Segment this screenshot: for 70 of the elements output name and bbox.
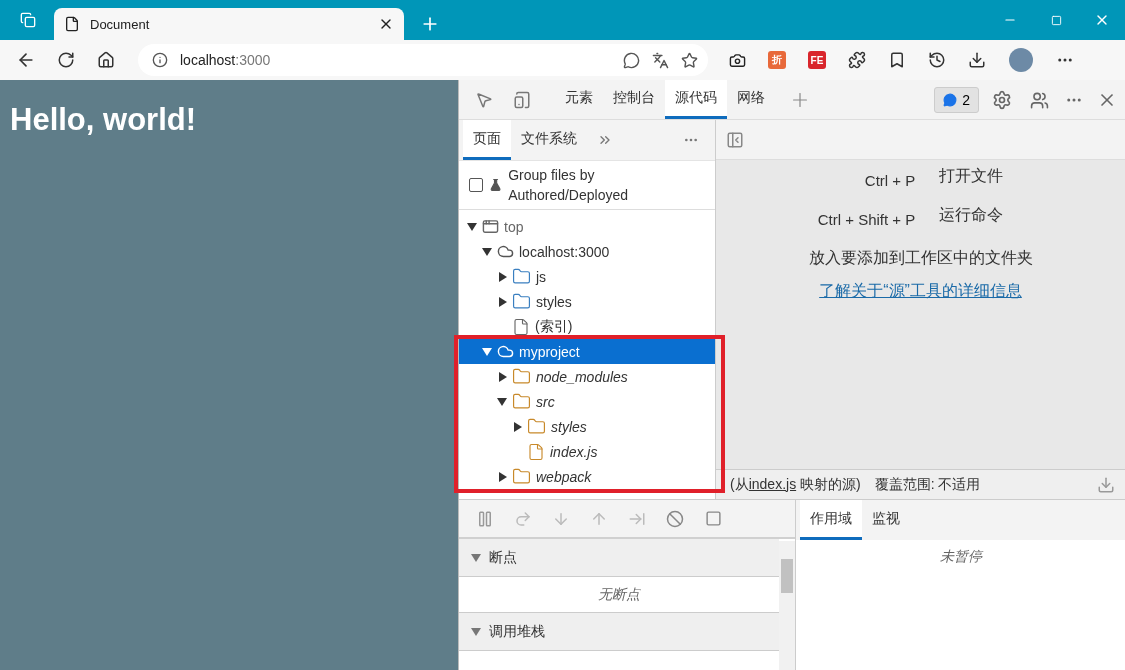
drop-hint: 放入要添加到工作区中的文件夹 [808, 248, 1033, 268]
tree-item[interactable]: myproject [459, 339, 715, 364]
favorite-add-icon[interactable] [681, 51, 698, 69]
section-header[interactable]: 断点 [459, 539, 779, 577]
tree-item[interactable]: styles [459, 414, 715, 439]
cloud-icon [497, 343, 514, 360]
cloud-icon [497, 243, 514, 260]
tree-item[interactable]: webpack [459, 464, 715, 489]
section-header[interactable]: 调用堆栈 [459, 613, 779, 651]
tree-item[interactable]: styles [459, 289, 715, 314]
file-icon [512, 317, 530, 336]
empty-message: 未暂停 [938, 547, 985, 566]
disclosure-triangle-icon[interactable] [499, 271, 507, 282]
checkbox-label: Group files by Authored/Deployed [508, 166, 630, 205]
shortcut-keys: Ctrl + Shift + P [817, 211, 916, 228]
avatar[interactable] [1009, 48, 1033, 72]
folder-icon [512, 292, 531, 311]
tab[interactable]: 作用域 [800, 500, 862, 540]
scrollbar[interactable] [779, 541, 795, 670]
page-heading: Hello, world! [10, 102, 197, 138]
disclosure-triangle-icon[interactable] [497, 397, 507, 406]
url-text: localhost:3000 [180, 52, 271, 68]
shortcut-keys: Ctrl + P [817, 172, 916, 189]
extension-icon[interactable]: FE [808, 51, 826, 69]
tree-item[interactable]: node_modules [459, 364, 715, 389]
file-icon [527, 442, 545, 461]
tree-item[interactable]: index.js [459, 439, 715, 464]
tab[interactable]: 监视 [862, 500, 910, 540]
tree-item[interactable]: (索引) [459, 314, 715, 339]
translate-icon[interactable] [652, 51, 669, 69]
address-bar[interactable]: localhost:3000 [138, 44, 708, 76]
folder-icon [527, 417, 546, 436]
coverage-text: 覆盖范围: 不适用 [874, 475, 981, 494]
tab[interactable]: 网络 [727, 80, 775, 119]
section-title: 断点 [489, 548, 517, 567]
learn-more-link[interactable]: 了解关于“源”工具的详细信息 [819, 281, 1022, 302]
checkbox[interactable] [469, 178, 483, 192]
frame-icon [482, 218, 499, 235]
tab[interactable]: 页面 [463, 120, 511, 160]
page-icon [64, 16, 80, 32]
disclosure-triangle-icon[interactable] [499, 296, 507, 307]
disclosure-triangle-icon[interactable] [499, 371, 507, 382]
shortcut-action: 运行命令 [939, 205, 1004, 225]
folder-icon [512, 267, 531, 286]
tree-item[interactable]: top [459, 214, 715, 239]
info-icon [152, 52, 168, 68]
issues-icon [943, 92, 958, 107]
issues-button[interactable]: 2 [934, 86, 979, 113]
browser-tab[interactable]: Document [54, 8, 404, 40]
section-title: 调用堆栈 [489, 622, 545, 641]
tree-item[interactable]: src [459, 389, 715, 414]
folder-icon [512, 467, 531, 486]
tree-item[interactable]: js [459, 264, 715, 289]
toggle-navigator-icon[interactable] [726, 130, 744, 149]
folder-icon [512, 392, 531, 411]
tree-item[interactable]: localhost:3000 [459, 239, 715, 264]
source-map-note: (从index.js 映射的源) [730, 475, 861, 494]
shortcut-action: 打开文件 [939, 166, 1004, 186]
flask-icon [489, 178, 503, 192]
disclosure-triangle-icon[interactable] [467, 222, 477, 231]
folder-icon [512, 367, 531, 386]
tab[interactable]: 控制台 [603, 80, 665, 119]
disclosure-triangle-icon[interactable] [499, 471, 507, 482]
disclosure-triangle-icon[interactable] [482, 247, 492, 256]
tab[interactable]: 文件系统 [511, 120, 587, 160]
tab[interactable]: 元素 [555, 80, 603, 119]
tab-title: Document [90, 16, 150, 32]
tab[interactable]: 源代码 [665, 80, 727, 119]
disclosure-triangle-icon[interactable] [514, 421, 522, 432]
file-link[interactable]: index.js [748, 475, 797, 492]
